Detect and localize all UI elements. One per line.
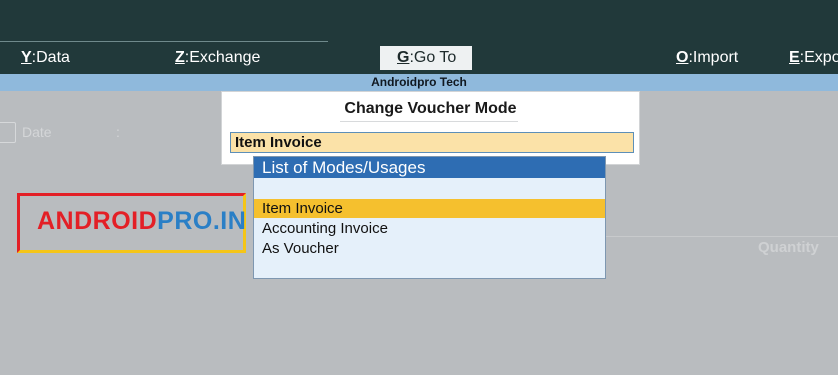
list-header: List of Modes/Usages: [254, 157, 605, 178]
menu-export-key: E: [789, 49, 800, 66]
menu-exchange[interactable]: Z:Exchange: [175, 49, 260, 67]
modes-list-popup: List of Modes/Usages Item Invoice Accoun…: [253, 156, 606, 279]
voucher-mode-input[interactable]: Item Invoice: [230, 132, 634, 153]
menu-goto-label: Go To: [413, 49, 457, 66]
menu-data[interactable]: Y:Data: [21, 49, 70, 67]
logo-text-pro: PRO.IN: [157, 207, 247, 235]
menu-exchange-key: Z: [175, 49, 185, 66]
menu-divider: [0, 41, 328, 42]
logo-text-android: ANDROID: [37, 207, 158, 235]
menu-data-label: Data: [36, 49, 70, 66]
menu-goto[interactable]: G:Go To: [380, 46, 473, 70]
menu-export-label: Expo: [804, 49, 838, 66]
date-checkbox: [0, 122, 16, 143]
androidpro-watermark-logo: ANDROIDPRO.IN: [17, 193, 246, 253]
menu-exchange-label: Exchange: [189, 49, 261, 66]
menu-import-label: Import: [692, 49, 739, 66]
change-voucher-mode-dialog: Change Voucher Mode Item Invoice: [221, 91, 640, 165]
dialog-title-underline: [340, 121, 518, 122]
date-label: Date: [22, 124, 52, 140]
table-header-rule: [606, 236, 838, 237]
list-item-as-voucher[interactable]: As Voucher: [254, 239, 605, 258]
logo-text: ANDROIDPRO.IN: [37, 207, 246, 236]
menu-data-key: Y: [21, 49, 32, 66]
menu-export[interactable]: E:Expo: [789, 49, 838, 67]
date-colon: :: [116, 124, 120, 140]
list-item-accounting-invoice[interactable]: Accounting Invoice: [254, 219, 605, 238]
menu-import[interactable]: O:Import: [676, 49, 738, 67]
top-menu-bar: Y:Data Z:Exchange G:Go To O:Import E:Exp…: [0, 0, 838, 74]
company-name-bar: Androidpro Tech: [0, 74, 838, 91]
quantity-column-header: Quantity: [758, 239, 819, 256]
menu-goto-key: G: [397, 49, 410, 66]
list-item-item-invoice[interactable]: Item Invoice: [254, 199, 605, 218]
dialog-title: Change Voucher Mode: [344, 100, 517, 117]
menu-import-key: O: [676, 49, 689, 66]
